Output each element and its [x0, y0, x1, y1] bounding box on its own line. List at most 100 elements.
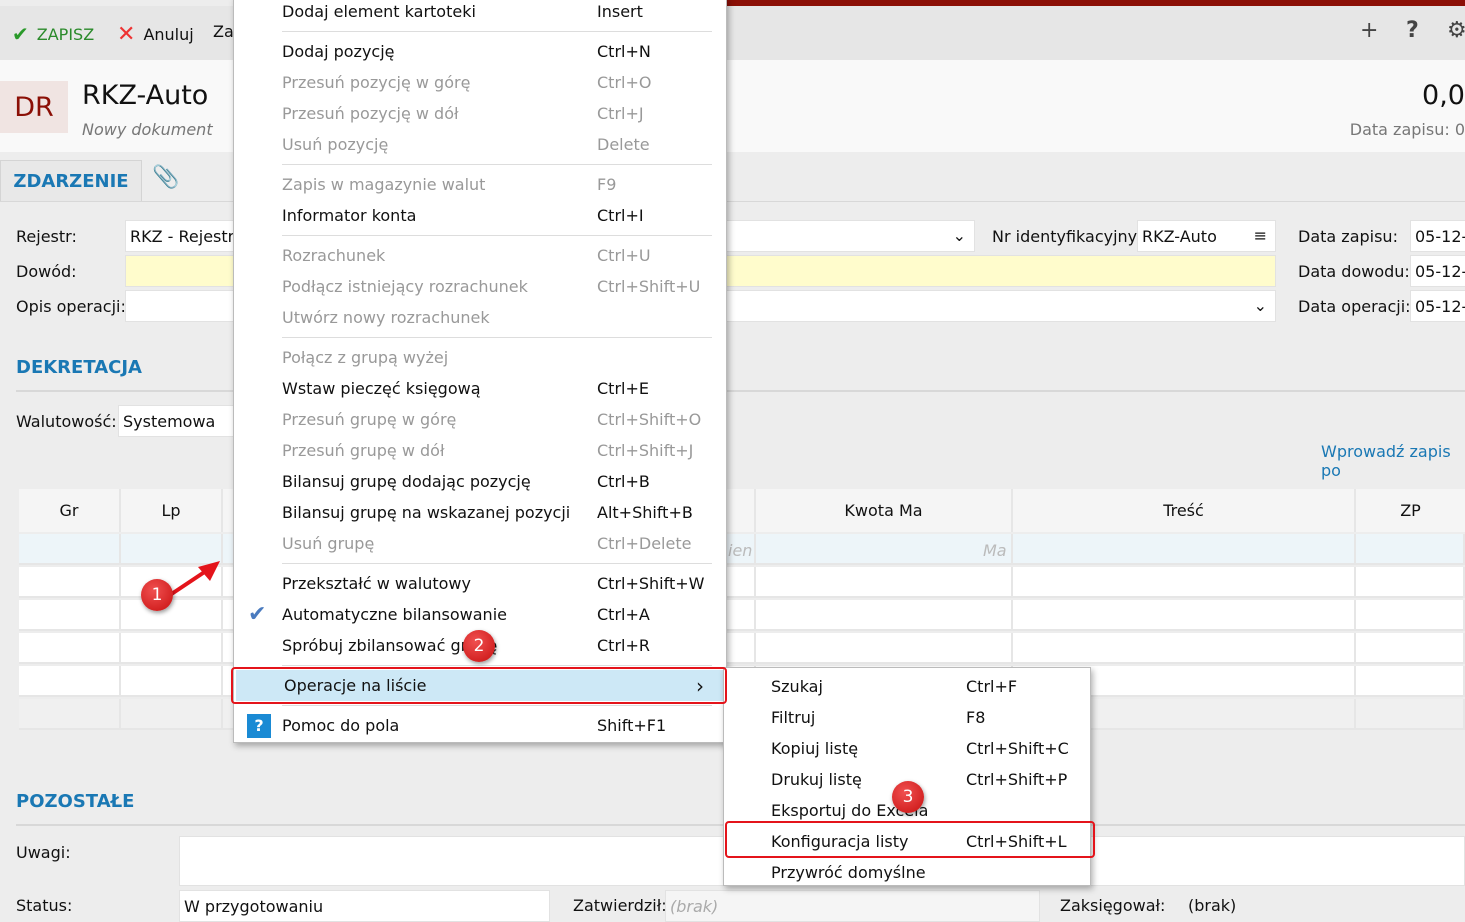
- column-header-gr[interactable]: Gr: [19, 489, 121, 532]
- data-operacji-input[interactable]: 05-12-: [1410, 290, 1465, 322]
- menu-item[interactable]: Przesuń pozycję w górę Ctrl+O: [234, 67, 726, 98]
- menu-item[interactable]: Przekształć w walutowy Ctrl+Shift+W: [234, 568, 726, 599]
- menu-item-label: Przesuń grupę w dół: [282, 441, 445, 460]
- table-cell[interactable]: [121, 666, 223, 697]
- table-cell[interactable]: [1356, 567, 1465, 598]
- menu-item[interactable]: Wstaw pieczęć księgową Ctrl+E: [234, 373, 726, 404]
- table-cell[interactable]: [756, 633, 1013, 664]
- menu-item-shortcut: Ctrl+Shift+W: [597, 574, 705, 593]
- opis-label: Opis operacji:: [16, 297, 126, 316]
- menu-separator: [234, 27, 726, 36]
- table-cell[interactable]: [1356, 534, 1465, 565]
- table-cell[interactable]: [1356, 699, 1465, 730]
- menu-item[interactable]: Usuń grupę Ctrl+Delete: [234, 528, 726, 559]
- table-cell[interactable]: [1013, 534, 1356, 565]
- add-refresh-icon[interactable]: +: [1360, 18, 1378, 43]
- menu-item[interactable]: Bilansuj grupę dodając pozycję Ctrl+B: [234, 466, 726, 497]
- table-cell[interactable]: [19, 699, 121, 730]
- column-header-zp[interactable]: ZP: [1356, 489, 1465, 532]
- menu-item-shortcut: Insert: [597, 2, 643, 21]
- menu-item-shortcut: Ctrl+N: [597, 42, 651, 61]
- dowod-label: Dowód:: [16, 262, 77, 281]
- menu-item-label: Przesuń grupę w górę: [282, 410, 457, 429]
- menu-item-label: Utwórz nowy rozrachunek: [282, 308, 490, 327]
- menu-item-label: Podłącz istniejący rozrachunek: [282, 277, 528, 296]
- column-header-lp[interactable]: Lp: [121, 489, 223, 532]
- menu-item[interactable]: Przesuń grupę w górę Ctrl+Shift+O: [234, 404, 726, 435]
- menu-item[interactable]: Kopiuj listę Ctrl+Shift+C: [724, 733, 1090, 764]
- table-cell[interactable]: [756, 567, 1013, 598]
- table-cell[interactable]: [756, 534, 1013, 565]
- document-header: [0, 60, 1465, 152]
- menu-item[interactable]: Zapis w magazynie walut F9: [234, 169, 726, 200]
- enter-entry-link[interactable]: Wprowadź zapis po: [1321, 442, 1465, 480]
- nr-input[interactable]: RKZ-Auto ≡: [1137, 220, 1276, 252]
- cancel-button[interactable]: ✕ Anuluj: [117, 22, 194, 47]
- table-cell[interactable]: [121, 633, 223, 664]
- menu-item[interactable]: Przesuń pozycję w dół Ctrl+J: [234, 98, 726, 129]
- menu-item[interactable]: Rozrachunek Ctrl+U: [234, 240, 726, 271]
- menu-item[interactable]: Połącz z grupą wyżej: [234, 342, 726, 373]
- menu-item[interactable]: Filtruj F8: [724, 702, 1090, 733]
- table-cell[interactable]: [19, 666, 121, 697]
- gear-icon[interactable]: ⚙: [1447, 18, 1465, 43]
- uwagi-label: Uwagi:: [16, 843, 71, 862]
- divider: [0, 201, 1465, 202]
- menu-item[interactable]: ✔ Automatyczne bilansowanie Ctrl+A: [234, 599, 726, 630]
- annotation-badge: 1: [141, 579, 173, 611]
- table-cell[interactable]: [756, 600, 1013, 631]
- menu-item-shortcut: Alt+Shift+B: [597, 503, 693, 522]
- table-cell[interactable]: [1356, 666, 1465, 697]
- rejestr-value: RKZ - Rejestr z: [130, 227, 248, 246]
- rejestr-label: Rejestr:: [16, 227, 77, 246]
- table-cell[interactable]: [1013, 600, 1356, 631]
- menu-item[interactable]: Szukaj Ctrl+F: [724, 671, 1090, 702]
- menu-item-shortcut: Ctrl+Shift+C: [966, 739, 1069, 758]
- toolbar-button-za[interactable]: Za: [213, 22, 234, 41]
- data-operacji-label: Data operacji:: [1298, 297, 1411, 316]
- zatwierdzil-select[interactable]: (brak): [665, 890, 1040, 922]
- table-cell[interactable]: [19, 534, 121, 565]
- menu-item[interactable]: Informator konta Ctrl+I: [234, 200, 726, 231]
- save-button[interactable]: ✔ ZAPISZ: [12, 22, 94, 46]
- menu-item[interactable]: Podłącz istniejący rozrachunek Ctrl+Shift…: [234, 271, 726, 302]
- column-header-kwota-ma[interactable]: Kwota Ma: [756, 489, 1013, 532]
- table-cell[interactable]: [19, 633, 121, 664]
- table-cell[interactable]: [121, 699, 223, 730]
- help-icon[interactable]: ?: [1406, 18, 1419, 43]
- data-dowodu-input[interactable]: 05-12-: [1410, 255, 1465, 287]
- menu-item[interactable]: Utwórz nowy rozrachunek: [234, 302, 726, 333]
- table-cell[interactable]: [1013, 633, 1356, 664]
- menu-item-label: Usuń grupę: [282, 534, 375, 553]
- menu-item[interactable]: Bilansuj grupę na wskazanej pozycji Alt+S…: [234, 497, 726, 528]
- menu-item[interactable]: Dodaj element kartoteki Insert: [234, 0, 726, 27]
- walutowosc-select[interactable]: Systemowa: [118, 405, 238, 437]
- menu-separator: [234, 231, 726, 240]
- table-cell[interactable]: [1013, 567, 1356, 598]
- attachment-icon[interactable]: 📎: [152, 165, 179, 190]
- table-cell[interactable]: [1356, 600, 1465, 631]
- tab-zdarzenie[interactable]: ZDARZENIE: [0, 160, 142, 202]
- page-title: RKZ-Auto: [82, 80, 209, 111]
- checkmark-icon: ✔: [248, 602, 267, 627]
- menu-item[interactable]: Usuń pozycję Delete: [234, 129, 726, 160]
- menu-item-label: Kopiuj listę: [771, 739, 859, 758]
- menu-item[interactable]: ? Pomoc do pola Shift+F1: [234, 710, 726, 741]
- data-zapisu-input[interactable]: 05-12-: [1410, 220, 1465, 252]
- column-header-tresc[interactable]: Treść: [1013, 489, 1356, 532]
- menu-item-shortcut: Ctrl+Shift+O: [597, 410, 702, 429]
- table-cell[interactable]: [19, 567, 121, 598]
- table-cell[interactable]: [19, 600, 121, 631]
- menu-item[interactable]: Dodaj pozycję Ctrl+N: [234, 36, 726, 67]
- nr-label: Nr identyfikacyjny:: [992, 227, 1142, 246]
- header-date: Data zapisu: 0: [1349, 120, 1465, 139]
- highlight-box: [725, 821, 1095, 858]
- menu-item[interactable]: Przesuń grupę w dół Ctrl+Shift+J: [234, 435, 726, 466]
- document-type-badge: DR: [0, 81, 68, 133]
- list-icon[interactable]: ≡: [1254, 226, 1267, 245]
- status-select[interactable]: W przygotowaniu: [179, 890, 550, 922]
- table-cell[interactable]: [1356, 633, 1465, 664]
- menu-item-label: Bilansuj grupę na wskazanej pozycji: [282, 503, 571, 522]
- menu-item[interactable]: Przywróć domyślne: [724, 857, 1090, 888]
- toolbar: ✔ ZAPISZ ✕ Anuluj Za + ? ⚙: [0, 6, 1465, 60]
